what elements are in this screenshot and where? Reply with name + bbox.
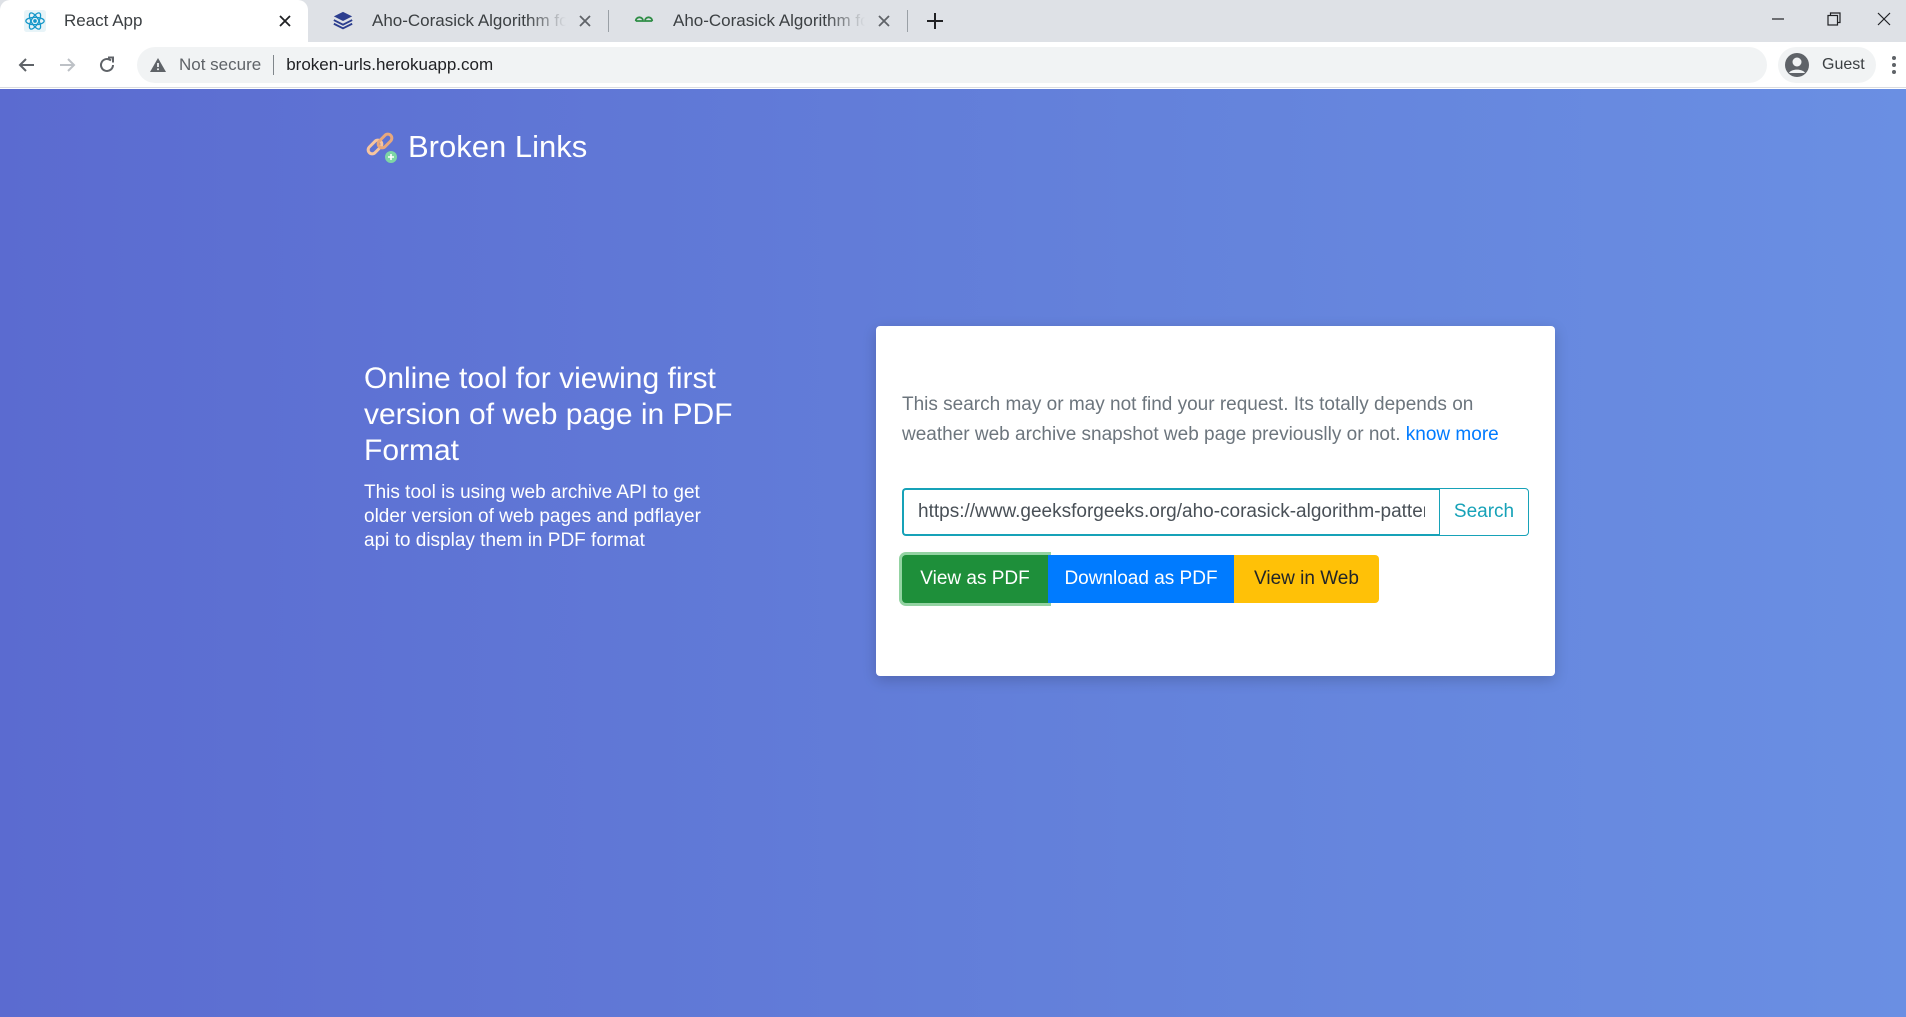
forward-button[interactable] bbox=[51, 49, 83, 81]
note-text: This search may or may not find your req… bbox=[902, 394, 1474, 445]
hero-description: This tool is using web archive API to ge… bbox=[364, 482, 701, 551]
back-button[interactable] bbox=[11, 49, 43, 81]
hero-title: Online tool for viewing first version of… bbox=[364, 362, 733, 467]
browser-toolbar: Not secure broken-urls.herokuapp.com Gue… bbox=[0, 42, 1906, 88]
profile-button[interactable]: Guest bbox=[1778, 47, 1876, 83]
close-icon[interactable] bbox=[873, 10, 895, 32]
reload-icon bbox=[100, 56, 114, 72]
more-vert-icon bbox=[1892, 56, 1896, 74]
search-button[interactable]: Search bbox=[1439, 488, 1529, 536]
url-text[interactable]: broken-urls.herokuapp.com bbox=[286, 55, 493, 75]
tab-react-app[interactable]: React App bbox=[0, 0, 308, 42]
arrow-right-icon bbox=[60, 58, 76, 72]
tab-strip: React App Aho-Corasick Algorithm for Pat… bbox=[0, 0, 1906, 42]
action-buttons: View as PDF Download as PDF View in Web bbox=[902, 555, 1379, 603]
menu-button[interactable] bbox=[1884, 51, 1904, 79]
url-input[interactable] bbox=[902, 488, 1439, 536]
tab-aho-corasick-2[interactable]: Aho-Corasick Algorithm for Pattern Searc… bbox=[609, 0, 907, 42]
view-as-pdf-button[interactable]: View as PDF bbox=[902, 555, 1048, 603]
tab-separator bbox=[907, 10, 908, 32]
know-more-link[interactable]: know more bbox=[1406, 424, 1499, 445]
link-icon bbox=[366, 132, 397, 163]
layers-icon bbox=[333, 11, 353, 30]
tab-title: Aho-Corasick Algorithm for Pattern Searc… bbox=[372, 11, 566, 30]
arrow-left-icon bbox=[18, 58, 34, 72]
close-window-button[interactable] bbox=[1862, 0, 1906, 38]
profile-label: Guest bbox=[1822, 56, 1865, 73]
search-group: Search bbox=[902, 488, 1529, 536]
close-icon[interactable] bbox=[574, 10, 596, 32]
divider bbox=[273, 55, 275, 75]
page-content: Broken Links Online tool for viewing fir… bbox=[0, 89, 1906, 1017]
minimize-button[interactable] bbox=[1750, 0, 1806, 38]
navbar-brand[interactable]: Broken Links bbox=[364, 129, 587, 165]
close-icon[interactable] bbox=[274, 10, 296, 32]
plus-icon bbox=[927, 13, 943, 29]
close-icon bbox=[1877, 12, 1891, 26]
search-card: This search may or may not find your req… bbox=[876, 326, 1555, 676]
address-bar[interactable]: Not secure broken-urls.herokuapp.com bbox=[137, 47, 1767, 83]
minimize-icon bbox=[1772, 18, 1784, 20]
reload-button[interactable] bbox=[91, 49, 123, 81]
security-label[interactable]: Not secure bbox=[179, 55, 261, 75]
react-icon bbox=[24, 10, 46, 32]
tab-aho-corasick-1[interactable]: Aho-Corasick Algorithm for Pattern Searc… bbox=[308, 0, 608, 42]
restore-icon bbox=[1827, 12, 1841, 26]
brand-name: Broken Links bbox=[408, 129, 588, 164]
new-tab-button[interactable] bbox=[920, 7, 950, 35]
download-as-pdf-button[interactable]: Download as PDF bbox=[1048, 555, 1234, 603]
search-note: This search may or may not find your req… bbox=[902, 390, 1502, 450]
tab-title: React App bbox=[64, 11, 143, 30]
view-in-web-button[interactable]: View in Web bbox=[1234, 555, 1379, 603]
geeksforgeeks-icon bbox=[634, 16, 654, 22]
warning-icon[interactable] bbox=[149, 56, 167, 74]
tab-title: Aho-Corasick Algorithm for Pattern Searc… bbox=[673, 11, 865, 30]
restore-button[interactable] bbox=[1806, 0, 1862, 38]
avatar-icon bbox=[1785, 53, 1809, 77]
